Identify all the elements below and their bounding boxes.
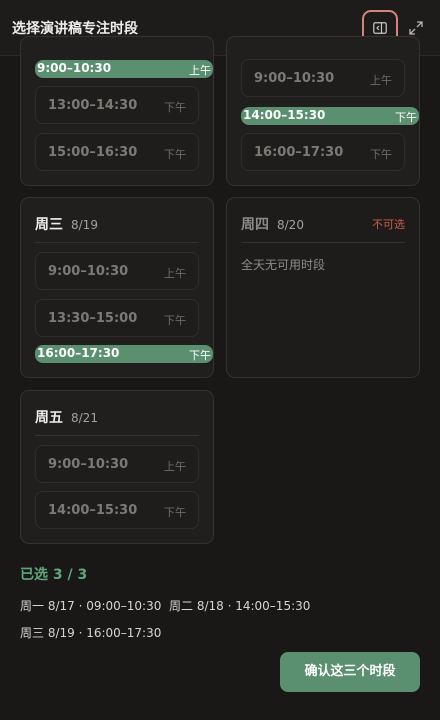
slot-option[interactable]: 14:00–15:30 下午	[241, 107, 419, 125]
selected-slot-item: 周一 8/17 · 09:00–10:30	[20, 599, 162, 613]
day-card-fri: 周五 8/21 9:00–10:30 上午 14:00–15:30 下午	[20, 390, 214, 544]
selected-summary-line: 周一 8/17 · 09:00–10:30 周二 8/18 · 14:00–15…	[20, 597, 310, 614]
sidebar-toggle-icon	[373, 22, 387, 34]
day-card-header: 周四 8/20 不可选	[241, 214, 405, 243]
day-card-header: 周三 8/19	[35, 214, 199, 243]
slot-time: 13:30–15:00	[48, 311, 138, 326]
slot-period: 下午	[395, 111, 417, 124]
slot-option[interactable]: 9:00–10:30 上午	[35, 445, 199, 483]
slot-option[interactable]: 9:00–10:30 上午	[241, 59, 405, 97]
slot-period: 下午	[164, 148, 186, 161]
slot-time: 13:00–14:30	[48, 98, 138, 113]
slot-time: 14:00–15:30	[48, 503, 138, 518]
day-date: 8/20	[277, 218, 304, 232]
slot-option[interactable]: 14:00–15:30 下午	[35, 491, 199, 529]
slot-time: 9:00–10:30	[37, 61, 112, 75]
unavailable-notice: 全天无可用时段	[241, 258, 326, 272]
slot-period: 下午	[164, 314, 186, 327]
slot-time: 16:00–17:30	[254, 145, 344, 160]
day-card-header: 周五 8/21	[35, 407, 199, 436]
slot-option[interactable]: 13:00–14:30 下午	[35, 86, 199, 124]
slot-time: 9:00–10:30	[48, 457, 129, 472]
slot-period: 上午	[164, 267, 186, 280]
slot-option[interactable]: 16:00–17:30 下午	[35, 345, 213, 363]
day-name: 周四	[241, 217, 269, 233]
slot-option[interactable]: 9:00–10:30 上午	[35, 252, 199, 290]
confirm-button[interactable]: 确认这三个时段	[280, 652, 420, 692]
slot-period: 上午	[370, 74, 392, 87]
slot-option[interactable]: 13:30–15:00 下午	[35, 299, 199, 337]
day-card-wed: 周三 8/19 9:00–10:30 上午 13:30–15:00 下午 16:0…	[20, 197, 214, 378]
slot-option[interactable]: 16:00–17:30 下午	[241, 133, 405, 171]
slot-period: 下午	[164, 506, 186, 519]
slot-option[interactable]: 15:00–16:30 下午	[35, 133, 199, 171]
selected-slot-item: 周二 8/18 · 14:00–15:30	[169, 599, 311, 613]
expand-icon	[409, 21, 423, 35]
slot-time: 9:00–10:30	[254, 71, 335, 86]
selected-summary-line: 周三 8/19 · 16:00–17:30	[20, 624, 161, 641]
slot-period: 上午	[189, 64, 211, 77]
slot-option[interactable]: 9:00–10:30 上午	[35, 60, 213, 78]
day-card-mon: 9:00–10:30 上午 13:00–14:30 下午 15:00–16:30…	[20, 36, 214, 186]
slot-period: 下午	[189, 349, 211, 362]
day-card-thu: 周四 8/20 不可选 全天无可用时段	[226, 197, 420, 378]
day-name: 周三	[35, 217, 63, 233]
slot-time: 15:00–16:30	[48, 145, 138, 160]
selection-count: 已选 3 / 3	[20, 567, 88, 583]
unavailable-badge: 不可选	[372, 218, 405, 231]
slot-time: 14:00–15:30	[243, 108, 326, 122]
slot-time: 16:00–17:30	[37, 346, 120, 360]
slot-period: 上午	[164, 460, 186, 473]
day-name: 周五	[35, 410, 63, 426]
slot-time: 9:00–10:30	[48, 264, 129, 279]
day-card-tue: 9:00–10:30 上午 14:00–15:30 下午 16:00–17:30…	[226, 36, 420, 186]
slot-period: 下午	[164, 101, 186, 114]
day-date: 8/19	[71, 218, 98, 232]
dialog-title: 选择演讲稿专注时段	[12, 21, 138, 37]
selected-slot-item: 周三 8/19 · 16:00–17:30	[20, 626, 162, 640]
day-date: 8/21	[71, 411, 98, 425]
slot-period: 下午	[370, 148, 392, 161]
